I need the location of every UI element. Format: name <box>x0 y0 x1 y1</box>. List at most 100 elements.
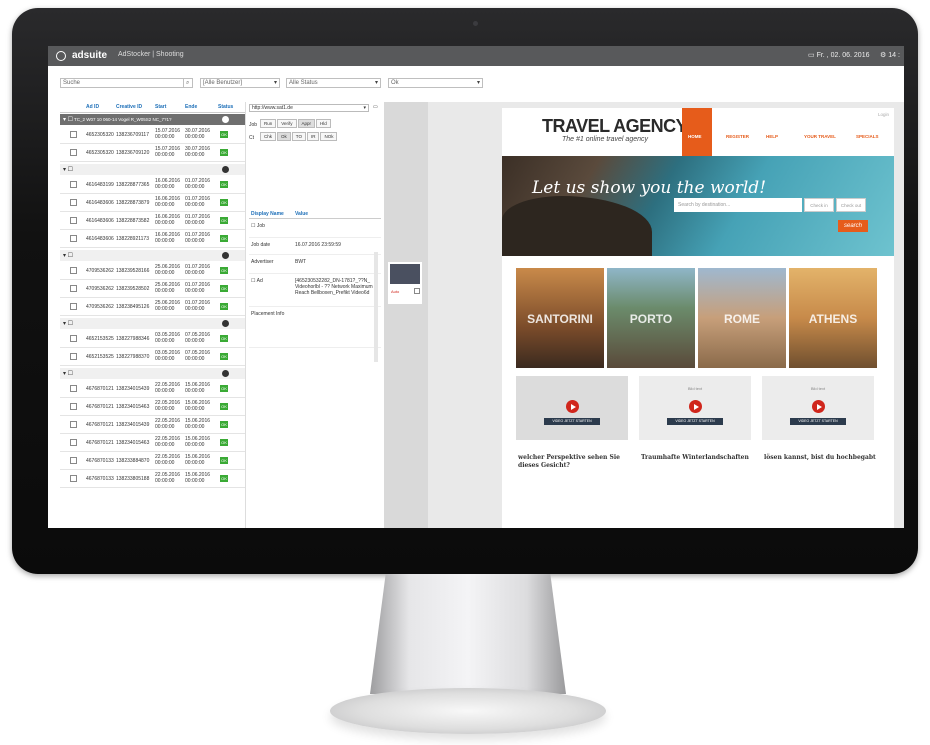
table-row[interactable]: 4616483606 138228921173 16.06.2016 00:00:0… <box>60 230 245 248</box>
video-tile[interactable]: Bild text VIDEO JETZT STARTEN <box>639 376 751 440</box>
row-checkbox[interactable] <box>70 217 77 224</box>
video-cta-button[interactable]: VIDEO JETZT STARTEN <box>544 418 600 425</box>
row-checkbox[interactable] <box>70 421 77 428</box>
table-row[interactable]: 4616483606 138228873879 16.06.2016 00:00:0… <box>60 194 245 212</box>
table-row[interactable]: 4676870121 138234015439 22.05.2016 00:00:0… <box>60 380 245 398</box>
table-row[interactable]: 4652305320 138236709120 15.07.2016 00:00:0… <box>60 144 245 162</box>
row-checkbox[interactable] <box>70 199 77 206</box>
table-row[interactable]: 4652153525 138227988346 03.05.2016 00:00:0… <box>60 330 245 348</box>
ct-ok-button[interactable]: Ok <box>277 132 291 141</box>
destination-search-input[interactable]: Search by destination... <box>674 198 802 212</box>
table-row[interactable]: 4676870121 138234015439 22.05.2016 00:00:0… <box>60 416 245 434</box>
article-headline[interactable]: welcher Perspektive sehen Sie dieses Ges… <box>518 454 630 470</box>
row-checkbox[interactable] <box>70 439 77 446</box>
group-header[interactable]: ▾ ☐ <box>60 164 245 175</box>
play-icon[interactable] <box>566 400 579 413</box>
expand-toggle-icon[interactable]: ▾ ☐ <box>63 166 73 173</box>
checkin-input[interactable]: Check in <box>804 198 834 212</box>
col-start[interactable]: Start <box>155 104 166 110</box>
city-tile-rome[interactable]: ROME <box>698 268 786 368</box>
row-checkbox[interactable] <box>70 181 77 188</box>
nav-home[interactable]: HOME <box>682 108 712 156</box>
cell-ad-id: 4709536262 <box>86 304 114 310</box>
group-header[interactable]: ▾ ☐ <box>60 250 245 261</box>
col-ad-id[interactable]: Ad ID <box>86 104 99 110</box>
table-row[interactable]: 4676870133 138233805188 22.05.2016 00:00:0… <box>60 470 245 488</box>
url-select[interactable]: http://www.sat1.de ▾ <box>249 104 369 112</box>
login-link[interactable]: Login <box>878 112 889 117</box>
group-header[interactable]: ▾ ☐ <box>60 368 245 379</box>
settings-menu[interactable]: ⚙ 14 : <box>880 51 900 59</box>
expand-toggle-icon[interactable]: ▾ ☐ <box>63 116 73 123</box>
row-checkbox[interactable] <box>70 285 77 292</box>
video-tile[interactable]: Bild text VIDEO JETZT STARTEN <box>762 376 874 440</box>
breadcrumb[interactable]: AdStocker | Shooting <box>118 51 184 58</box>
checkout-input[interactable]: Check out <box>836 198 866 212</box>
job-hold-button[interactable]: Hld <box>316 119 331 128</box>
table-row[interactable]: 4616483606 138228873582 16.06.2016 00:00:0… <box>60 212 245 230</box>
group-header[interactable]: ▾ ☐ <box>60 318 245 329</box>
row-checkbox[interactable] <box>70 475 77 482</box>
ct-nok-button[interactable]: NOk <box>320 132 338 141</box>
search-button[interactable]: ⌕ <box>183 78 193 88</box>
table-row[interactable]: 4676870121 138234015463 22.05.2016 00:00:0… <box>60 398 245 416</box>
nav-help[interactable]: HELP <box>766 134 778 139</box>
table-row[interactable]: 4709536262 138239528166 25.06.2016 00:00:0… <box>60 262 245 280</box>
row-checkbox[interactable] <box>70 131 77 138</box>
status-select[interactable]: Alle Status ▾ <box>286 78 381 88</box>
job-verify-button[interactable]: Verify <box>277 119 297 128</box>
row-checkbox[interactable] <box>70 149 77 156</box>
user-select[interactable]: [Alle Benutzer] ▾ <box>200 78 280 88</box>
ct-to-button[interactable]: TO <box>291 132 306 141</box>
row-checkbox[interactable] <box>70 235 77 242</box>
nav-register[interactable]: REGISTER <box>726 134 749 139</box>
row-checkbox[interactable] <box>70 335 77 342</box>
col-end[interactable]: Ende <box>185 104 197 110</box>
row-checkbox[interactable] <box>70 457 77 464</box>
cell-start: 22.05.2016 00:00:00 <box>155 436 181 448</box>
table-row[interactable]: 4676870121 138234015463 22.05.2016 00:00:0… <box>60 434 245 452</box>
article-headline[interactable]: Traumhafte Winterlandschaften <box>641 454 753 462</box>
col-status[interactable]: Status <box>218 104 233 110</box>
row-checkbox[interactable] <box>70 353 77 360</box>
cell-end: 01.07.2016 00:00:00 <box>185 232 211 244</box>
expand-toggle-icon[interactable]: ▾ ☐ <box>63 252 73 259</box>
row-checkbox[interactable] <box>70 385 77 392</box>
video-cta-button[interactable]: VIDEO JETZT STARTEN <box>667 418 723 425</box>
play-icon[interactable] <box>689 400 702 413</box>
table-row[interactable]: 4616483199 138228877365 16.06.2016 00:00:0… <box>60 176 245 194</box>
thumbnail-checkbox[interactable] <box>414 288 420 294</box>
search-button[interactable]: search <box>838 220 868 232</box>
article-headline[interactable]: lösen kannst, bist du hochbegabt <box>764 454 876 462</box>
nav-specials[interactable]: SPECIALS <box>856 134 879 139</box>
table-row[interactable]: 4709536262 138239528502 25.06.2016 00:00:0… <box>60 280 245 298</box>
nav-your-travel[interactable]: YOUR TRAVEL <box>804 134 836 139</box>
play-icon[interactable] <box>812 400 825 413</box>
job-run-button[interactable]: Run <box>260 119 277 128</box>
search-input[interactable]: Suche <box>60 78 193 88</box>
row-checkbox[interactable] <box>70 267 77 274</box>
ct-check-button[interactable]: Chk <box>260 132 277 141</box>
ok-select[interactable]: Ok ▾ <box>388 78 483 88</box>
ads-grid: Ad ID Creative ID Start Ende Status ▾ ☐ T… <box>60 102 245 528</box>
table-row[interactable]: 4709536262 138238495126 25.06.2016 00:00:0… <box>60 298 245 316</box>
col-creative-id[interactable]: Creative ID <box>116 104 142 110</box>
expand-toggle-icon[interactable]: ▾ ☐ <box>63 370 73 377</box>
group-header[interactable]: ▾ ☐ TC_2 W07 10 060-14 Vogel R_W05S2 NC_7… <box>60 114 245 125</box>
expand-toggle-icon[interactable]: ▾ ☐ <box>63 320 73 327</box>
video-tile[interactable]: VIDEO JETZT STARTEN <box>516 376 628 440</box>
ad-thumbnail[interactable]: Auto <box>388 262 422 304</box>
table-row[interactable]: 4676870133 138233884870 22.05.2016 00:00:0… <box>60 452 245 470</box>
ct-ir-button[interactable]: IR <box>306 132 320 141</box>
row-checkbox[interactable] <box>70 303 77 310</box>
table-row[interactable]: 4652153525 138227988370 03.05.2016 00:00:0… <box>60 348 245 366</box>
detail-scrollbar[interactable] <box>374 252 378 362</box>
city-tile-santorini[interactable]: SANTORINI <box>516 268 604 368</box>
video-cta-button[interactable]: VIDEO JETZT STARTEN <box>790 418 846 425</box>
job-approve-button[interactable]: Appr <box>297 119 316 128</box>
row-checkbox[interactable] <box>70 403 77 410</box>
table-row[interactable]: 4652305320 138236709117 15.07.2016 00:00:0… <box>60 126 245 144</box>
city-tile-porto[interactable]: PORTO <box>607 268 695 368</box>
window-icon[interactable]: ▭ <box>373 104 378 110</box>
city-tile-athens[interactable]: ATHENS <box>789 268 877 368</box>
